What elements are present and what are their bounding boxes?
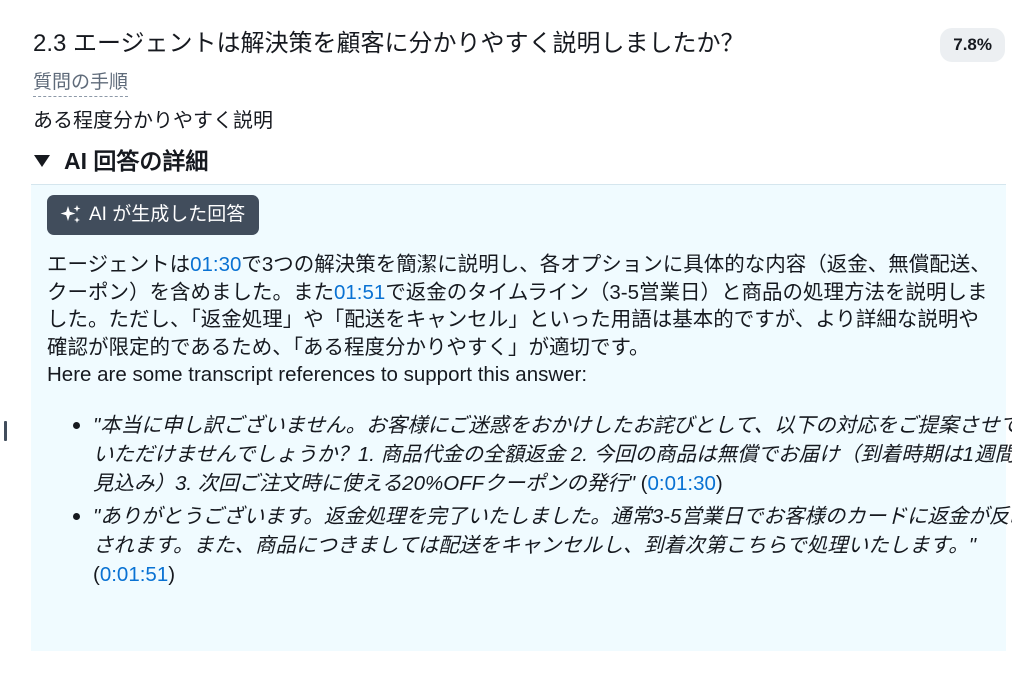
- references-intro: Here are some transcript references to s…: [47, 363, 588, 386]
- question-steps-link[interactable]: 質問の手順: [33, 70, 129, 97]
- ai-details-panel: AI が生成した回答 エージェントは01:30で3つの解決策を簡潔に説明し、各オ…: [31, 184, 1012, 651]
- ai-explanation: エージェントは01:30で3つの解決策を簡潔に説明し、各オプションに具体的な内容…: [47, 251, 992, 389]
- reference-timestamp-link[interactable]: 0:01:51: [100, 563, 168, 586]
- reference-timestamp-link[interactable]: 0:01:30: [648, 472, 716, 495]
- explanation-text-1: エージェントは: [47, 253, 191, 276]
- question-header: 2.3 エージェントは解決策を顧客に分かりやすく説明しましたか？ 7.8%: [33, 24, 1005, 64]
- ai-details-toggle-label: AI 回答の詳細: [64, 148, 209, 174]
- reference-quote: "本当に申し訳ございません。お客様にご迷惑をおかけしたお詫びとして、以下の対応を…: [93, 414, 1012, 495]
- timestamp-link-0130[interactable]: 01:30: [190, 253, 241, 276]
- question-title: 2.3 エージェントは解決策を顧客に分かりやすく説明しましたか？: [33, 30, 745, 57]
- score-badge: 7.8%: [940, 28, 1005, 62]
- caret-down-icon: [34, 155, 50, 167]
- ai-generated-badge-label: AI が生成した回答: [89, 204, 246, 225]
- transcript-reference-item: "本当に申し訳ございません。お客様にご迷惑をおかけしたお詫びとして、以下の対応を…: [73, 411, 1012, 498]
- transcript-references-list: "本当に申し訳ございません。お客様にご迷惑をおかけしたお詫びとして、以下の対応を…: [47, 411, 1012, 593]
- ai-generated-badge: AI が生成した回答: [47, 195, 260, 235]
- sparkle-icon: [60, 205, 81, 223]
- page: 2.3 エージェントは解決策を顧客に分かりやすく説明しましたか？ 7.8% 質問…: [0, 0, 1012, 682]
- reference-quote: "ありがとうございます。返金処理を完了いたしました。通常3-5営業日でお客様のカ…: [93, 505, 1012, 557]
- answer-value: ある程度分かりやすく説明: [33, 110, 273, 132]
- resize-handle[interactable]: [4, 421, 7, 441]
- ai-details-toggle[interactable]: AI 回答の詳細: [33, 144, 208, 178]
- transcript-reference-item: "ありがとうございます。返金処理を完了いたしました。通常3-5営業日でお客様のカ…: [73, 502, 1012, 589]
- timestamp-link-0151[interactable]: 01:51: [334, 281, 385, 304]
